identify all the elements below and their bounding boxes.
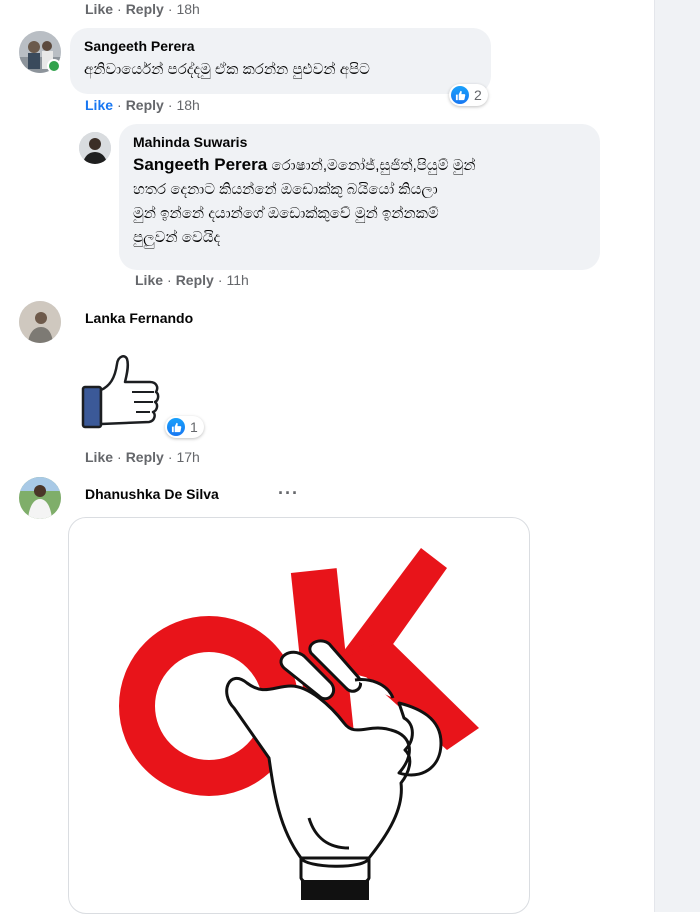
comment-actions: Like · Reply · 11h <box>135 272 249 288</box>
reply-link[interactable]: Reply <box>176 272 214 288</box>
reply-link[interactable]: Reply <box>126 1 164 17</box>
timestamp[interactable]: 11h <box>226 272 248 288</box>
right-side-panel <box>654 0 700 912</box>
online-status-icon <box>47 59 61 73</box>
comment-author[interactable]: Mahinda Suwaris <box>133 134 247 150</box>
timestamp[interactable]: 18h <box>176 1 199 17</box>
comment-actions: Like · Reply · 17h <box>85 449 200 465</box>
ok-hand-icon <box>119 548 479 900</box>
comment-bubble-sangeeth: Sangeeth Perera අනිවාර්යෙන් පරද්දමු ඒක ක… <box>70 28 491 94</box>
like-link[interactable]: Like <box>85 1 113 17</box>
avatar-photo-icon <box>79 132 111 164</box>
avatar-photo-icon <box>19 301 61 343</box>
avatar-lanka-fernando[interactable] <box>19 301 61 343</box>
reply-bubble-mahinda: Mahinda Suwaris Sangeeth Perera රොෂාන්,ම… <box>119 124 600 270</box>
mention-link[interactable]: Sangeeth Perera <box>133 155 267 174</box>
like-link[interactable]: Like <box>85 449 113 465</box>
reaction-count: 1 <box>190 419 198 435</box>
reply-link[interactable]: Reply <box>126 449 164 465</box>
thumbs-up-icon <box>81 355 160 429</box>
reply-link[interactable]: Reply <box>126 97 164 113</box>
reaction-count: 2 <box>474 87 482 103</box>
comment-text: අනිවාර්යෙන් පරද්දමු ඒක කරන්න පුළුවන් අපි… <box>84 61 370 78</box>
avatar-dhanushka-de-silva[interactable] <box>19 477 61 519</box>
like-link[interactable]: Like <box>85 97 113 113</box>
comment-actions: Like · Reply · 18h <box>85 97 200 113</box>
reaction-summary[interactable]: 1 <box>165 416 204 438</box>
comment-author[interactable]: Lanka Fernando <box>85 310 193 326</box>
more-options-button[interactable]: ··· <box>278 483 299 504</box>
avatar-mahinda-suwaris[interactable] <box>79 132 111 164</box>
comment-author[interactable]: Dhanushka De Silva <box>85 486 219 502</box>
like-link[interactable]: Like <box>135 272 163 288</box>
avatar-photo-icon <box>19 477 61 519</box>
comment-text: Sangeeth Perera රොෂාන්,මනෝජ්,සුජිත්,පියු… <box>133 155 476 246</box>
ok-hand-sticker <box>68 517 530 914</box>
like-reaction-icon <box>451 86 469 104</box>
reaction-summary[interactable]: 2 <box>449 84 488 106</box>
timestamp[interactable]: 18h <box>176 97 199 113</box>
like-reaction-icon <box>167 418 185 436</box>
top-comment-actions: Like · Reply · 18h <box>85 1 200 17</box>
comment-author[interactable]: Sangeeth Perera <box>84 38 195 54</box>
thumbs-up-sticker <box>80 350 164 430</box>
timestamp[interactable]: 17h <box>176 449 199 465</box>
